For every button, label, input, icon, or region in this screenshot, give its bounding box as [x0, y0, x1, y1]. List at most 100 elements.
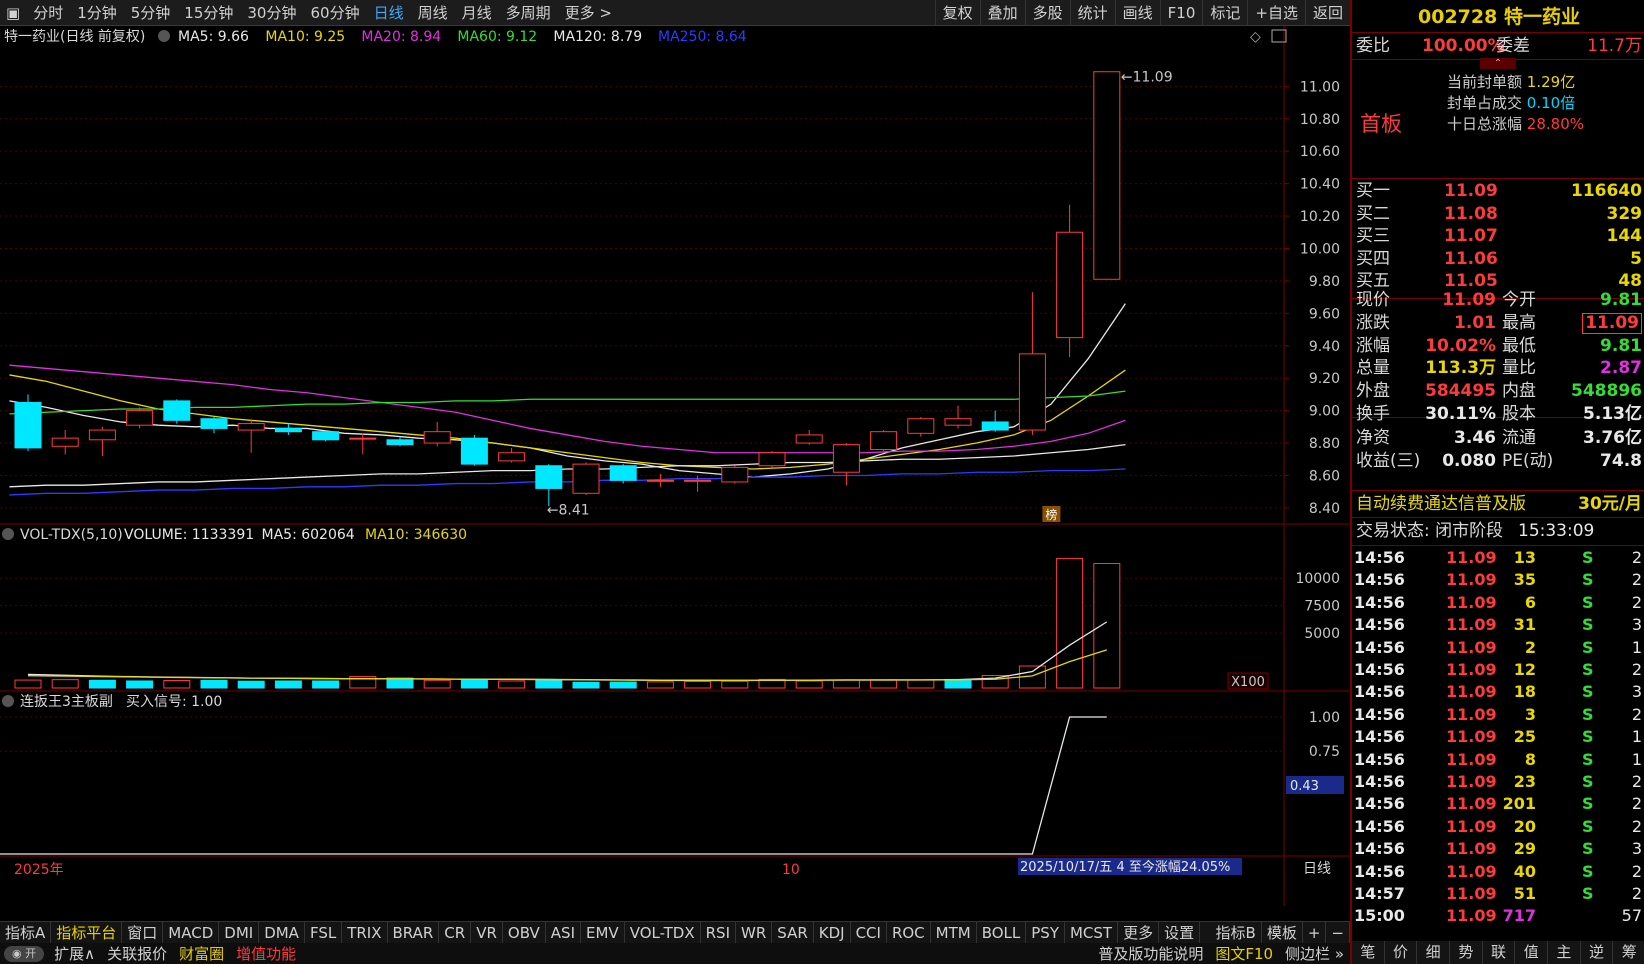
candle-body[interactable] [423, 431, 451, 444]
side-tab-6[interactable]: 主 [1548, 941, 1581, 964]
tool-button-2[interactable]: 多股 [1024, 0, 1070, 26]
volume-bar[interactable] [312, 680, 340, 689]
indicator-tab-3[interactable]: MACD [163, 921, 220, 944]
period-tab-10[interactable]: 更多 > [558, 2, 619, 23]
promo-text[interactable]: 自动续费通达信普及版 [1356, 491, 1526, 517]
candle-body[interactable] [1018, 353, 1046, 431]
candle-body[interactable] [386, 439, 414, 446]
side-tab-5[interactable]: 值 [1515, 941, 1549, 964]
candle-body[interactable] [609, 465, 637, 481]
candle-body[interactable] [274, 427, 302, 433]
candle-body[interactable] [1093, 71, 1121, 280]
dropdown-icon[interactable] [2, 528, 14, 540]
volume-bar[interactable] [460, 679, 488, 689]
indicator-tab-19[interactable]: CCI [851, 921, 887, 944]
indicator-tab-13[interactable]: EMV [581, 921, 625, 944]
bottom-right-item-1[interactable]: 图文F10 [1209, 943, 1279, 964]
indicator-tab-18[interactable]: KDJ [814, 921, 851, 944]
indicator-tab-10[interactable]: VR [471, 921, 503, 944]
bid-row[interactable]: 买四 11.06 5 [1352, 248, 1644, 270]
candle-body[interactable] [572, 463, 600, 494]
promo-price[interactable]: 30元/月 [1578, 491, 1642, 517]
side-tab-0[interactable]: 笔 [1352, 941, 1385, 964]
volume-bar[interactable] [870, 679, 898, 689]
bottom-right-item-2[interactable]: 侧边栏 » [1279, 943, 1350, 964]
side-tab-3[interactable]: 势 [1450, 941, 1483, 964]
indicator-tab-14[interactable]: VOL-TDX [625, 921, 701, 944]
indicator-tab-0[interactable]: 指标A [0, 921, 52, 944]
volume-bar[interactable] [1093, 563, 1121, 689]
indicator-tab-21[interactable]: MTM [931, 921, 977, 944]
side-tab-7[interactable]: 逆 [1581, 941, 1614, 964]
indicator-right-1[interactable]: 模板 [1262, 921, 1303, 944]
collapse-icon[interactable]: ⌃ [1480, 58, 1516, 69]
candle-body[interactable] [460, 437, 488, 465]
candle-body[interactable] [795, 434, 823, 444]
candle-body[interactable] [14, 402, 42, 449]
tool-button-8[interactable]: 返回 [1304, 0, 1350, 26]
volume-bar[interactable] [51, 679, 79, 689]
indicator-tab-5[interactable]: DMA [259, 921, 305, 944]
volume-bar[interactable] [200, 679, 228, 689]
candle-body[interactable] [498, 452, 526, 462]
indicator-right-0[interactable]: 指标B [1211, 921, 1262, 944]
bottom-item-2[interactable]: 财富圈 [173, 943, 230, 964]
volume-bar[interactable] [535, 679, 563, 689]
period-tab-3[interactable]: 15分钟 [177, 2, 240, 23]
indicator-tab-22[interactable]: BOLL [977, 921, 1027, 944]
indicator-tab-2[interactable]: 窗口 [122, 921, 164, 944]
indicator-tab-7[interactable]: TRIX [342, 921, 388, 944]
promo-row[interactable]: 自动续费通达信普及版 30元/月 [1352, 491, 1644, 517]
toggle-switch[interactable]: ◉ 开 [4, 945, 45, 962]
period-tab-8[interactable]: 月线 [455, 2, 499, 23]
candle-body[interactable] [721, 466, 749, 483]
indicator-tab-9[interactable]: CR [439, 921, 472, 944]
period-tab-2[interactable]: 5分钟 [124, 2, 178, 23]
indicator-tab-25[interactable]: 更多 [1118, 921, 1160, 944]
volume-bar[interactable] [274, 680, 302, 689]
tool-button-0[interactable]: 复权 [934, 0, 980, 26]
candle-body[interactable] [163, 400, 191, 421]
bid-row[interactable]: 买二 11.08 329 [1352, 203, 1644, 225]
volume-bar[interactable] [684, 680, 712, 689]
dropdown-icon[interactable] [2, 695, 14, 707]
bottom-right-item-0[interactable]: 普及版功能说明 [1092, 943, 1209, 964]
candle-body[interactable] [312, 431, 340, 441]
volume-bar[interactable] [1056, 557, 1084, 689]
indicator-tab-16[interactable]: WR [736, 921, 773, 944]
volume-bar[interactable] [237, 680, 265, 689]
bottom-item-3[interactable]: 增值功能 [230, 943, 302, 964]
indicator-right-3[interactable]: − [1326, 921, 1350, 944]
volume-bar[interactable] [163, 680, 191, 689]
volume-bar[interactable] [423, 679, 451, 689]
candle-body[interactable] [535, 465, 563, 489]
volume-bar[interactable] [126, 680, 154, 689]
side-tab-4[interactable]: 联 [1483, 941, 1516, 964]
candle-body[interactable] [832, 444, 860, 473]
indicator-tab-15[interactable]: RSI [701, 921, 736, 944]
volume-bar[interactable] [386, 677, 414, 689]
candle-body[interactable] [237, 423, 265, 431]
volume-bar[interactable] [944, 678, 972, 689]
indicator-tab-6[interactable]: FSL [305, 921, 343, 944]
volume-bar[interactable] [795, 680, 823, 689]
candle-body[interactable] [758, 452, 786, 467]
volume-bar[interactable] [832, 679, 860, 689]
volume-bar[interactable] [721, 680, 749, 689]
tool-button-7[interactable]: +自选 [1247, 0, 1305, 26]
period-tab-6[interactable]: 日线 [367, 2, 411, 23]
side-tab-2[interactable]: 细 [1417, 941, 1451, 964]
candle-body[interactable] [684, 479, 712, 482]
volume-bar[interactable] [609, 681, 637, 689]
candle-body[interactable] [646, 479, 674, 482]
period-tab-1[interactable]: 1分钟 [70, 2, 124, 23]
candle-body[interactable] [944, 418, 972, 426]
candle-body[interactable] [51, 437, 79, 447]
indicator-right-2[interactable]: + [1303, 921, 1327, 944]
tool-button-3[interactable]: 统计 [1069, 0, 1115, 26]
period-tab-5[interactable]: 60分钟 [303, 2, 366, 23]
period-tab-4[interactable]: 30分钟 [240, 2, 303, 23]
period-tab-9[interactable]: 多周期 [499, 2, 558, 23]
candle-body[interactable] [1056, 231, 1084, 339]
tool-button-4[interactable]: 画线 [1114, 0, 1160, 26]
